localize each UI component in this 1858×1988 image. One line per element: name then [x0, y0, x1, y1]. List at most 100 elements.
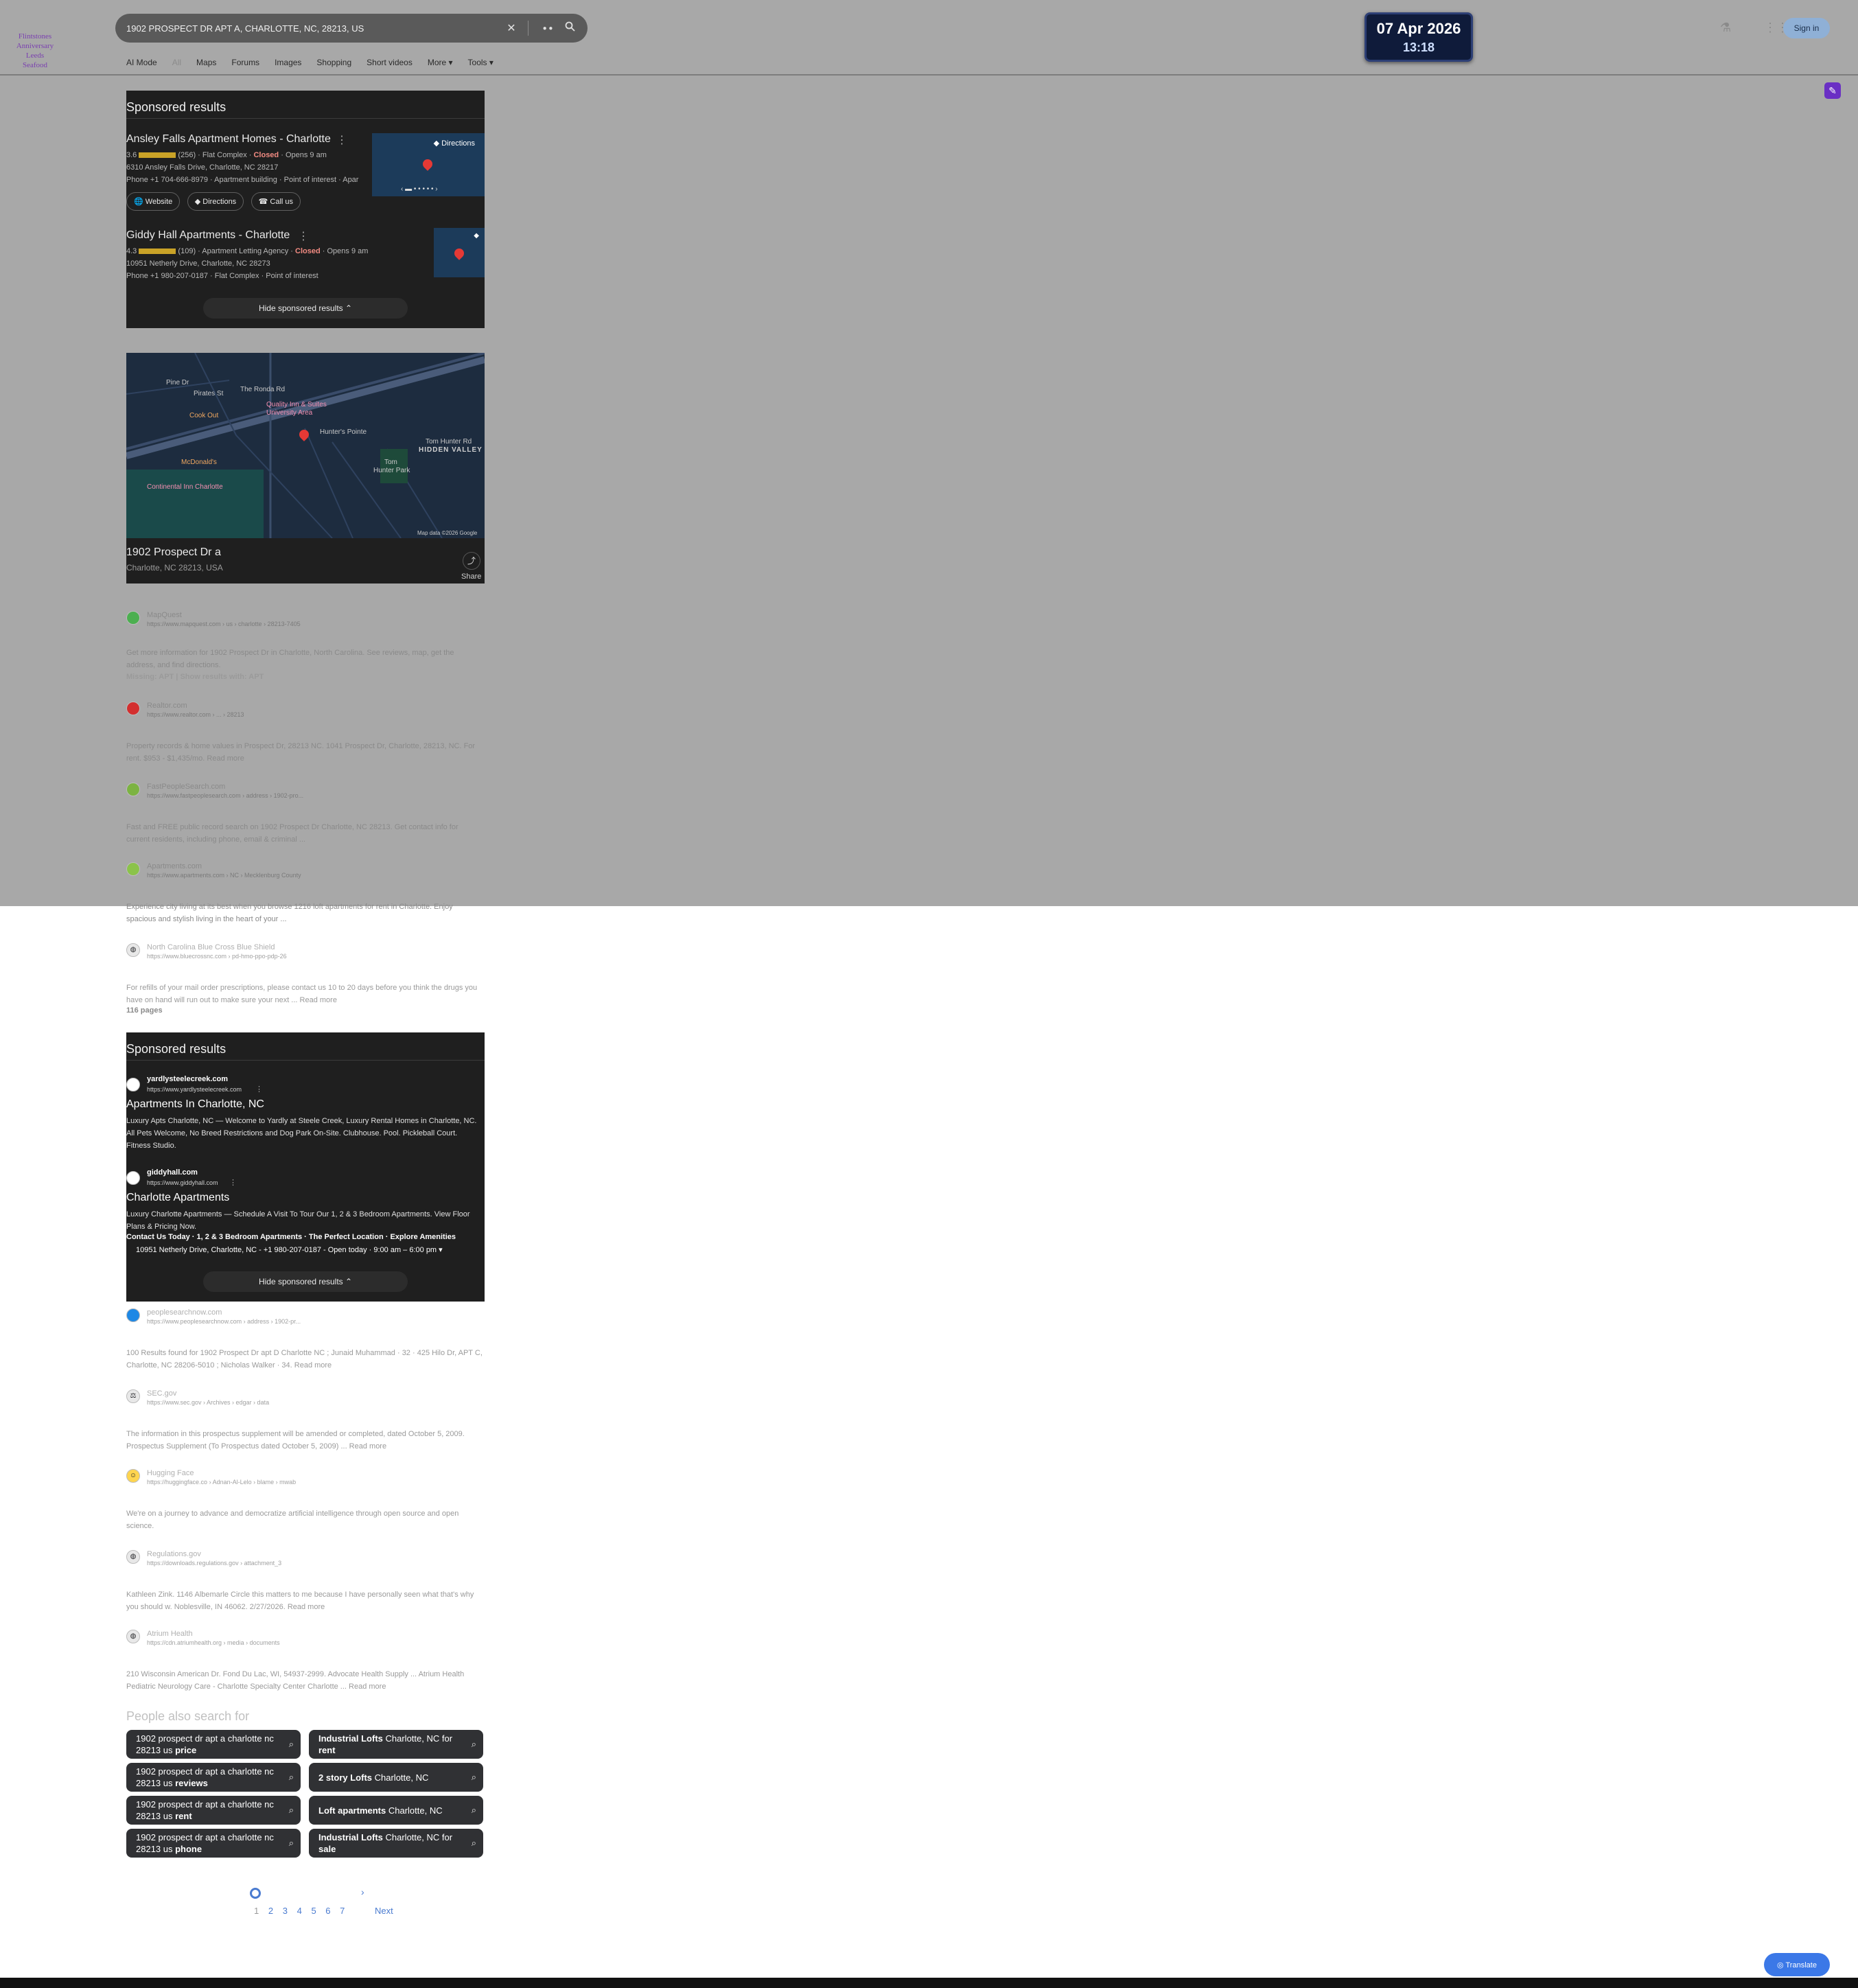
share-icon[interactable]: ⤴	[463, 552, 480, 570]
hide-sponsored-button[interactable]: Hide sponsored results ⌃	[203, 1271, 408, 1292]
page-link[interactable]: 6	[325, 1906, 330, 1916]
voice-search-icon[interactable]: ● ●	[541, 25, 555, 32]
hide-sponsored-button[interactable]: Hide sponsored results ⌃	[203, 298, 408, 319]
page-link[interactable]: 2	[268, 1906, 273, 1916]
tab-shopping[interactable]: Shopping	[316, 58, 351, 67]
tab-tools[interactable]: Tools ▾	[468, 58, 493, 67]
map-view[interactable]: Pine Dr Pirates St The Ronda Rd Quality …	[126, 353, 485, 538]
map-thumbnail[interactable]: ◆ Directions ‹ ▬ • • • • • ›	[372, 133, 485, 196]
ad-url[interactable]: https://www.giddyhall.com	[147, 1179, 218, 1186]
result-url[interactable]: https://www.realtor.com › ... › 28213	[147, 711, 244, 718]
result-site[interactable]: North Carolina Blue Cross Blue Shield	[147, 943, 275, 951]
result-site[interactable]: Apartments.com	[147, 862, 202, 870]
result-site[interactable]: SEC.gov	[147, 1389, 176, 1398]
result-url[interactable]: https://huggingface.co › Adnan-Al-Lelo ›…	[147, 1479, 296, 1486]
chip-text: Charlotte, NC	[386, 1805, 443, 1816]
page-link[interactable]: 3	[283, 1906, 288, 1916]
related-search-chip[interactable]: 1902 prospect dr apt a charlotte nc 2821…	[126, 1763, 301, 1792]
tab-forums[interactable]: Forums	[231, 58, 259, 67]
more-options-icon[interactable]: ⋮	[298, 229, 309, 243]
translate-button[interactable]: ◎ Translate	[1764, 1953, 1830, 1976]
next-arrow-icon[interactable]: ›	[361, 1886, 364, 1897]
result-site[interactable]: Hugging Face	[147, 1469, 194, 1477]
result-url[interactable]: https://www.fastpeoplesearch.com › addre…	[147, 792, 303, 799]
search-icon[interactable]	[563, 21, 577, 35]
search-input[interactable]	[126, 23, 496, 34]
tab-maps[interactable]: Maps	[196, 58, 216, 67]
search-icon: ⌕	[288, 1838, 294, 1848]
more-options-icon[interactable]: ⋮	[336, 133, 347, 147]
page-link[interactable]: 5	[311, 1906, 316, 1916]
ad-sitelinks[interactable]: Contact Us Today · 1, 2 & 3 Bedroom Apar…	[126, 1233, 456, 1241]
map-label: Pine Dr	[166, 379, 189, 386]
huggingface-favicon-icon: ☺	[126, 1469, 140, 1483]
business-name[interactable]: Ansley Falls Apartment Homes - Charlotte	[126, 133, 331, 146]
tab-short-videos[interactable]: Short videos	[367, 58, 413, 67]
result-site[interactable]: peoplesearchnow.com	[147, 1308, 222, 1317]
search-icon: ⌕	[288, 1772, 294, 1782]
chip-bold: price	[175, 1745, 197, 1755]
related-search-chip[interactable]: 1902 prospect dr apt a charlotte nc 2821…	[126, 1796, 301, 1825]
result-site[interactable]: FastPeopleSearch.com	[147, 783, 225, 791]
tab-all[interactable]: All	[172, 58, 181, 67]
ad-domain[interactable]: giddyhall.com	[147, 1168, 198, 1177]
map-pin-icon	[452, 246, 466, 260]
related-search-chip[interactable]: Industrial Lofts Charlotte, NC for rent ⌕	[309, 1730, 483, 1759]
labs-icon[interactable]: ⚗	[1720, 21, 1731, 35]
result-snippet: The information in this prospectus suppl…	[126, 1430, 465, 1450]
clear-icon[interactable]: ✕	[504, 21, 518, 35]
edit-icon[interactable]: ✎	[1824, 82, 1841, 99]
ad-domain[interactable]: yardlysteelecreek.com	[147, 1075, 228, 1083]
carousel-dots[interactable]: ‹ ▬ • • • • • ›	[401, 185, 438, 193]
chip-text: 1902 prospect dr apt a charlotte nc 2821…	[136, 1832, 274, 1854]
ad-location[interactable]: 10951 Netherly Drive, Charlotte, NC - +1…	[136, 1245, 443, 1254]
directions-icon[interactable]: ◆	[474, 232, 479, 240]
result-site[interactable]: Atrium Health	[147, 1630, 193, 1638]
related-search-chip[interactable]: Loft apartments Charlotte, NC ⌕	[309, 1796, 483, 1825]
result-url[interactable]: https://www.bluecrossnc.com › pd-hmo-ppo…	[147, 953, 287, 960]
globe-icon: ◍	[126, 1630, 140, 1643]
related-search-chip[interactable]: Industrial Lofts Charlotte, NC for sale ⌕	[309, 1829, 483, 1858]
result-url[interactable]: https://www.mapquest.com › us › charlott…	[147, 621, 301, 627]
chip-bold: reviews	[175, 1778, 208, 1788]
call-button[interactable]: ☎ Call us	[251, 192, 301, 211]
tab-more[interactable]: More ▾	[428, 58, 453, 67]
page-link[interactable]: 7	[340, 1906, 345, 1916]
search-result: ◍ Atrium Health https://cdn.atriumhealth…	[126, 1630, 485, 1698]
related-search-chip[interactable]: 2 story Lofts Charlotte, NC ⌕	[309, 1763, 483, 1792]
result-site[interactable]: MapQuest	[147, 611, 182, 619]
related-search-chip[interactable]: 1902 prospect dr apt a charlotte nc 2821…	[126, 1730, 301, 1759]
search-icon: ⌕	[471, 1805, 476, 1815]
page-link[interactable]: 4	[297, 1906, 302, 1916]
share-label[interactable]: Share	[461, 573, 481, 581]
page-count: 116 pages	[126, 1006, 163, 1015]
ad-url[interactable]: https://www.yardlysteelecreek.com	[147, 1086, 242, 1093]
missing-terms[interactable]: Missing: APT | Show results with: APT	[126, 673, 264, 681]
result-url[interactable]: https://www.sec.gov › Archives › edgar ›…	[147, 1399, 269, 1406]
search-icon: ⌕	[288, 1739, 294, 1749]
next-page-link[interactable]: Next	[375, 1906, 393, 1916]
more-options-icon[interactable]: ⋮	[229, 1178, 237, 1187]
map-thumbnail[interactable]: ◆	[434, 228, 485, 277]
result-url[interactable]: https://www.apartments.com › NC › Meckle…	[147, 872, 301, 879]
directions-button[interactable]: ◆ Directions	[187, 192, 244, 211]
more-options-icon[interactable]: ⋮	[255, 1085, 263, 1094]
sign-in-button[interactable]: Sign in	[1783, 18, 1830, 38]
ad-headline[interactable]: Apartments In Charlotte, NC	[126, 1098, 264, 1111]
result-site[interactable]: Regulations.gov	[147, 1550, 201, 1558]
result-url[interactable]: https://downloads.regulations.gov › atta…	[147, 1560, 281, 1567]
business-rating-line: 3.6 (256) · Flat Complex · Closed · Open…	[126, 151, 327, 159]
result-url[interactable]: https://www.peoplesearchnow.com › addres…	[147, 1318, 301, 1325]
related-search-chip[interactable]: 1902 prospect dr apt a charlotte nc 2821…	[126, 1829, 301, 1858]
website-button[interactable]: 🌐 Website	[126, 192, 181, 211]
tab-images[interactable]: Images	[275, 58, 301, 67]
business-name[interactable]: Giddy Hall Apartments - Charlotte	[126, 229, 290, 242]
directions-chip[interactable]: ◆ Directions	[434, 139, 475, 148]
result-snippet: Fast and FREE public record search on 19…	[126, 823, 458, 844]
header-divider	[0, 74, 1858, 76]
ad-headline[interactable]: Charlotte Apartments	[126, 1192, 229, 1204]
doodle-logo[interactable]: Flintstones Anniversary Leeds Seafood	[5, 32, 65, 73]
result-site[interactable]: Realtor.com	[147, 702, 187, 710]
result-url[interactable]: https://cdn.atriumhealth.org › media › d…	[147, 1639, 280, 1646]
tab-ai-mode[interactable]: AI Mode	[126, 58, 157, 67]
